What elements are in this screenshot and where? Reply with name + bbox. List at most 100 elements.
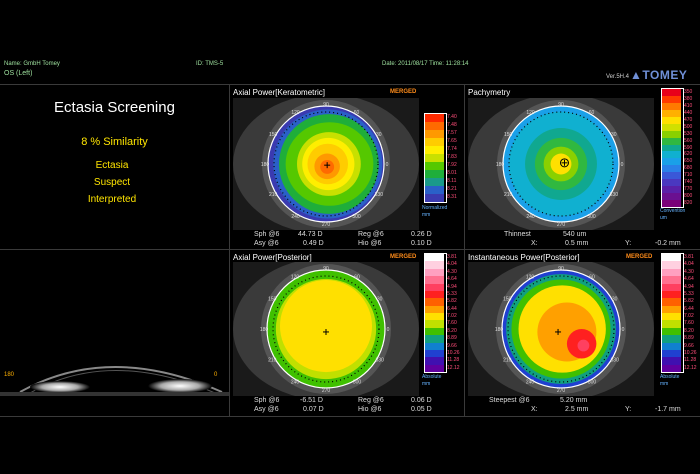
scale-swatch: [662, 158, 681, 166]
scheimpflug-image: [0, 366, 229, 396]
ap-reg-value: 0.06 D: [411, 397, 432, 404]
axial-kerato-map[interactable]: 0 30 60 90 120 150 180 210 240 270 300 330: [233, 98, 419, 230]
scale-swatch: [662, 290, 681, 299]
scale-label: 590: [684, 144, 693, 151]
hour-label: 90: [558, 102, 564, 108]
scale-label: 8.11: [447, 178, 457, 184]
patient-id: ID: TMS-5: [196, 61, 224, 67]
scale-label: 9.66: [447, 342, 457, 349]
scheimpflug-left-label: 180: [4, 372, 15, 378]
hour-label: 60: [354, 110, 360, 116]
hour-label: 300: [588, 380, 597, 386]
scale-swatch: [425, 268, 444, 277]
pa-x-value: 0.5 mm: [565, 240, 589, 247]
hour-label: 240: [526, 380, 535, 386]
hour-label: 60: [589, 274, 595, 280]
scale-swatch: [662, 313, 681, 321]
scale-swatch: [425, 122, 444, 130]
scale-swatch: [662, 357, 681, 365]
hour-label: 150: [268, 297, 277, 303]
scale-label: 7.02: [684, 313, 694, 319]
hour-label: 210: [269, 192, 278, 198]
scale-label: 770: [684, 186, 693, 193]
inst-posterior-map[interactable]: 0 30 60 90 120 150 180 210 240 270 300 330: [468, 262, 654, 396]
scale-label: 4.30: [684, 268, 694, 275]
hour-label: 240: [291, 214, 300, 220]
header-divider: [0, 84, 700, 85]
scale-label: 7.92: [447, 162, 457, 168]
scale-label: 10.26: [684, 349, 697, 356]
axial-posterior-scale-caption-2: mm: [422, 381, 431, 387]
scale-swatch: [425, 194, 444, 202]
inst-posterior-scale-caption-1: Absolute: [660, 374, 680, 380]
scale-label: 8.21: [447, 186, 457, 192]
hour-label: 60: [589, 110, 595, 116]
hour-label: 180: [496, 162, 505, 168]
scale-label: 7.02: [447, 313, 457, 319]
scale-swatch: [425, 276, 444, 284]
bottom-divider: [0, 416, 700, 417]
scale-swatch: [662, 165, 681, 173]
hour-label: 210: [503, 357, 512, 363]
scale-swatch: [662, 193, 681, 201]
scale-swatch: [425, 313, 444, 321]
map-zone: [577, 339, 590, 352]
scale-label: 3.81: [684, 254, 694, 260]
hour-label: 150: [504, 132, 513, 138]
hour-label: 300: [587, 214, 596, 220]
hour-label: 30: [612, 297, 618, 303]
scale-swatch: [425, 305, 444, 313]
axial-kerato-scale-caption-1: Normalized: [422, 205, 448, 211]
hour-label: 120: [291, 274, 300, 280]
scale-label: 3.81: [447, 254, 457, 260]
scale-swatch: [425, 114, 444, 122]
ak-sph-label: Sph @6: [254, 231, 280, 238]
scale-swatch: [425, 364, 444, 372]
axial-kerato-scale: 7.40 7.48 7.57 7.65 7.74 7.83 7.92 8.01 8.11 8.21…: [424, 113, 457, 203]
scale-swatch: [662, 151, 681, 159]
hour-label: 150: [269, 132, 278, 138]
scale-label: 820: [684, 200, 693, 207]
scale-label: 740: [684, 179, 693, 186]
ak-hio-value: 0.10 D: [411, 240, 432, 247]
hour-label: 30: [376, 132, 382, 138]
version-label: Ver.5H.4: [606, 74, 630, 80]
axial-posterior-map[interactable]: 0 30 60 90 120 150 180 210 240 270 300 330: [233, 262, 419, 396]
pachymetry-map[interactable]: 0 30 60 90 120 150 180 210 240 270 300 330: [468, 98, 654, 230]
scale-swatch: [425, 146, 444, 154]
hour-label: 270: [322, 388, 331, 394]
scale-swatch: [425, 170, 444, 178]
scale-label: 4.64: [684, 276, 694, 283]
hour-label: 0: [387, 327, 390, 333]
scale-label: 7.60: [684, 320, 694, 327]
scale-swatch: [425, 130, 444, 138]
hour-label: 120: [526, 110, 535, 116]
scale-label: 5.33: [684, 290, 694, 297]
axial-posterior-scale-caption-1: Absolute: [422, 374, 442, 380]
scale-label: 530: [684, 130, 693, 137]
axial-posterior-scale: 3.81 4.04 4.30 4.64 4.94 5.33 5.82 6.44 7.02 7.60…: [424, 253, 460, 373]
result-line-3: Interpreted: [87, 194, 137, 205]
scale-label: 560: [684, 137, 693, 144]
center-divider: [464, 85, 465, 417]
scale-swatch: [662, 254, 681, 262]
scale-label: 7.60: [447, 320, 457, 327]
hour-label: 330: [611, 357, 620, 363]
ap-asy-label: Asy @6: [254, 406, 279, 413]
ip-steepest-value: 5.20 mm: [560, 397, 588, 404]
scale-swatch: [662, 172, 681, 180]
scale-label: 4.04: [447, 261, 457, 268]
scale-label: 4.04: [684, 261, 694, 268]
scale-label: 7.48: [447, 122, 457, 128]
scale-swatch: [662, 89, 681, 96]
hour-label: 0: [622, 327, 625, 333]
scale-swatch: [662, 268, 681, 277]
hour-label: 270: [322, 222, 331, 228]
scale-label: 5.33: [447, 290, 457, 297]
scale-label: 380: [684, 95, 693, 102]
hour-label: 180: [260, 327, 269, 333]
hour-label: 30: [611, 132, 617, 138]
scale-label: 500: [684, 123, 693, 130]
scale-label: 7.83: [447, 154, 457, 160]
scale-label: 8.31: [447, 194, 457, 200]
